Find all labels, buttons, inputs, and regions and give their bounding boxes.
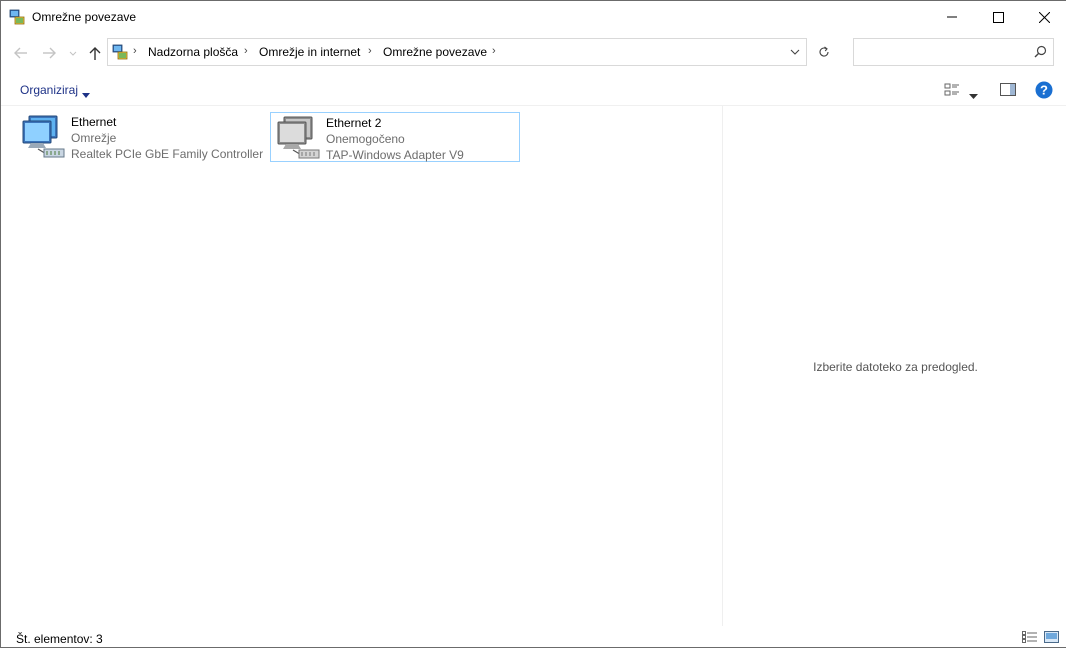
breadcrumb-separator-icon[interactable]: ›: [492, 45, 496, 57]
breadcrumb-separator-icon[interactable]: ›: [133, 45, 137, 57]
svg-text:?: ?: [1040, 83, 1048, 98]
organize-button[interactable]: Organiziraj: [20, 83, 78, 97]
items-view[interactable]: Ethernet Omrežje Realtek PCIe GbE Family…: [1, 106, 722, 626]
title-bar[interactable]: Omrežne povezave: [1, 1, 1066, 33]
forward-button[interactable]: [41, 45, 57, 61]
network-adapter-icon: [20, 115, 68, 161]
maximize-icon: [992, 11, 1004, 23]
item-status: Omrežje: [71, 131, 117, 145]
network-connections-icon: [9, 9, 25, 25]
search-icon[interactable]: [1034, 45, 1047, 61]
chevron-down-icon: [790, 49, 800, 55]
breadcrumb-separator-icon[interactable]: ›: [244, 45, 248, 57]
explorer-window: Omrežne povezave › Nadzorna plošča › Omr…: [0, 0, 1066, 648]
list-item[interactable]: Ethernet Omrežje Realtek PCIe GbE Family…: [16, 112, 264, 162]
details-view-icon[interactable]: [1022, 631, 1038, 646]
recent-locations-button[interactable]: [67, 46, 79, 62]
preview-message: Izberite datoteko za predogled.: [813, 360, 978, 374]
maximize-button[interactable]: [975, 1, 1021, 33]
breadcrumb-network-internet[interactable]: Omrežje in internet: [259, 45, 360, 59]
network-adapter-disabled-icon: [275, 116, 323, 162]
caret-down-icon[interactable]: [82, 87, 90, 101]
change-view-icon[interactable]: [944, 83, 960, 100]
arrow-left-icon: [14, 47, 27, 59]
minimize-icon: [947, 16, 957, 18]
item-device: Realtek PCIe GbE Family Controller: [71, 147, 264, 161]
item-count: Št. elementov: 3: [16, 632, 103, 646]
refresh-button[interactable]: [809, 38, 839, 66]
large-icons-view-icon[interactable]: [1044, 631, 1059, 646]
item-status: Onemogočeno: [326, 132, 405, 146]
network-connections-icon: [112, 44, 128, 60]
breadcrumb-control-panel[interactable]: Nadzorna plošča: [148, 45, 238, 59]
address-bar[interactable]: › Nadzorna plošča › Omrežje in internet …: [107, 38, 807, 66]
breadcrumb-network-connections[interactable]: Omrežne povezave: [383, 45, 487, 59]
minimize-button[interactable]: [929, 1, 975, 33]
close-icon: [1038, 11, 1050, 23]
status-bar: Št. elementov: 3: [1, 626, 1066, 649]
view-options-dropdown-icon[interactable]: [969, 88, 978, 102]
search-box[interactable]: [853, 38, 1054, 66]
item-device: TAP-Windows Adapter V9: [326, 148, 464, 162]
address-dropdown-button[interactable]: [784, 39, 806, 65]
help-icon[interactable]: ?: [1035, 81, 1053, 102]
window-title: Omrežne povezave: [32, 10, 137, 24]
arrow-right-icon: [43, 47, 56, 59]
arrow-up-icon: [89, 47, 101, 60]
back-button[interactable]: [13, 45, 29, 61]
chevron-down-icon: [69, 51, 77, 56]
item-name: Ethernet: [71, 115, 117, 129]
item-name: Ethernet 2: [326, 116, 382, 130]
up-button[interactable]: [87, 45, 103, 61]
command-bar: Organiziraj ?: [1, 75, 1066, 106]
refresh-icon: [819, 46, 829, 57]
close-button[interactable]: [1021, 1, 1066, 33]
list-item[interactable]: Ethernet 2 Onemogočeno TAP-Windows Adapt…: [270, 112, 520, 162]
preview-pane-icon[interactable]: [1000, 83, 1016, 99]
breadcrumb-separator-icon[interactable]: ›: [368, 45, 372, 57]
preview-pane: Izberite datoteko za predogled.: [722, 106, 1066, 626]
